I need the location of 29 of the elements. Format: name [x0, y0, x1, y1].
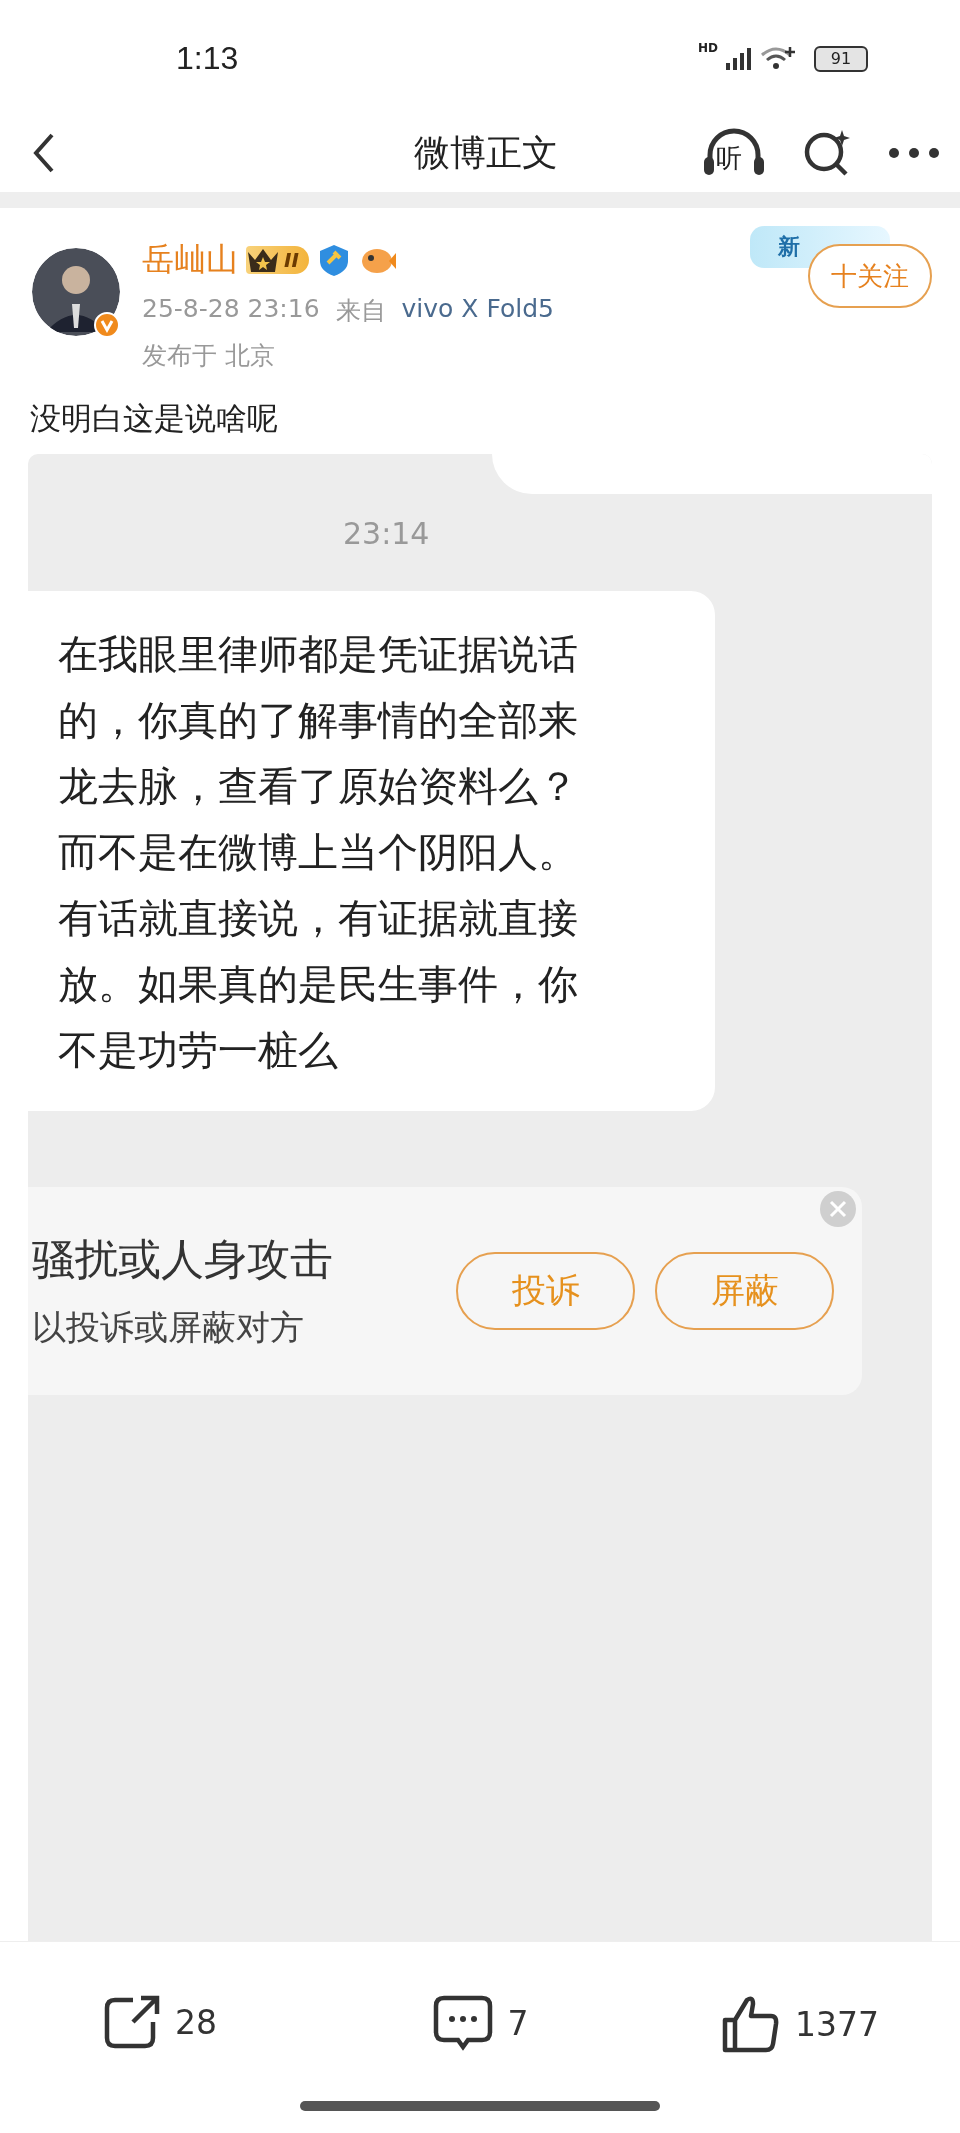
signal-icon [726, 47, 752, 70]
message-text: 在我眼里律师都是凭证据说话的，你真的了解事情的全部来龙去脉，查看了原始资料么？而不是在微博上当个阴阳人。有话就直接说，有证据就直接放。如果真的是民生事件，你不是功劳一桩么 [58, 630, 579, 1076]
like-count: 1377 [795, 2004, 879, 2044]
block-button[interactable]: 屏蔽 [655, 1252, 834, 1331]
thumbs-up-icon[interactable] [721, 1994, 781, 2055]
post-location: 发布于 北京 [142, 340, 276, 373]
comment-icon[interactable] [431, 1994, 494, 2053]
battery-icon: 91 [814, 45, 868, 72]
device-link[interactable]: vivo X Fold5 [401, 294, 554, 328]
author-name[interactable]: 岳屾山 [142, 238, 238, 283]
comment-count: 7 [507, 2003, 529, 2043]
report-button[interactable]: 投诉 [456, 1252, 636, 1331]
follow-button[interactable]: 十关注 [808, 244, 932, 309]
page-title: 微博正文 [414, 130, 558, 175]
network-label: HD [698, 40, 718, 55]
avatar[interactable] [32, 248, 120, 337]
status-time: 1:13 [176, 40, 239, 78]
repost-count: 28 [175, 2002, 217, 2042]
source-label: 来自 [335, 295, 386, 328]
notice-subtitle: 以投诉或屏蔽对方 [32, 1306, 305, 1350]
listen-button[interactable]: 听 [702, 127, 766, 180]
post-time: 25-8-28 23:16 [142, 294, 320, 326]
share-icon[interactable] [103, 1994, 161, 2051]
post-text: 没明白这是说啥呢 [30, 399, 279, 439]
level-badge: II [246, 246, 309, 275]
chat-time: 23:14 [343, 516, 431, 552]
notice-title: 骚扰或人身攻击 [32, 1233, 334, 1287]
verified-icon [94, 312, 120, 339]
more-icon[interactable] [888, 147, 940, 160]
